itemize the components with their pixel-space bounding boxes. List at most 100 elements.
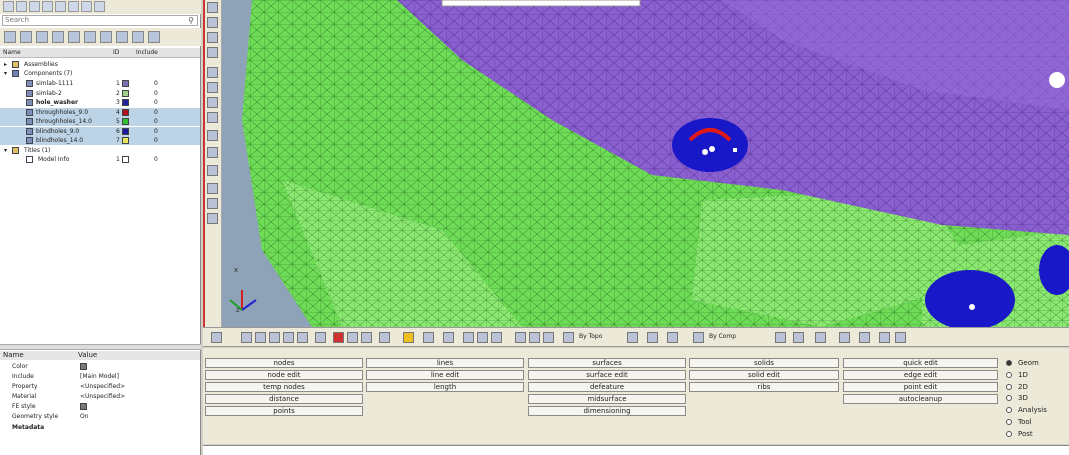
section-icon[interactable] <box>423 332 434 343</box>
tree-node-component[interactable]: blindholes_14.0 7 0 <box>0 136 200 145</box>
component-view-icon[interactable] <box>52 31 64 43</box>
search-input[interactable]: Search ⚲ <box>2 15 198 26</box>
panel-splitter[interactable] <box>0 344 201 350</box>
cursor-icon[interactable] <box>100 31 112 43</box>
tree-node-titles[interactable]: ▾ Titles (1) <box>0 146 200 155</box>
delete-icon[interactable] <box>333 332 344 343</box>
component-icon[interactable] <box>255 332 266 343</box>
shading-icon[interactable] <box>211 332 222 343</box>
color-swatch[interactable] <box>122 80 129 87</box>
assembly-tab-icon[interactable] <box>3 1 14 12</box>
fe-style-icon[interactable] <box>80 403 87 410</box>
metadata-row[interactable]: Metadata <box>0 423 200 432</box>
radio-post[interactable]: Post <box>1006 430 1033 439</box>
filter-icon[interactable] <box>4 31 16 43</box>
display-icon[interactable] <box>775 332 786 343</box>
panel-button-midsurface[interactable]: midsurface <box>528 394 686 404</box>
utility-tab-icon[interactable] <box>81 1 92 12</box>
tree-node-model-info[interactable]: Model Info 1 0 <box>0 155 200 164</box>
color-swatch[interactable] <box>122 137 129 144</box>
rotate-icon[interactable] <box>207 82 218 93</box>
zoom-icon[interactable] <box>207 112 218 123</box>
arrow-right-icon[interactable] <box>477 332 488 343</box>
by-topo-dropdown[interactable]: By Topo <box>579 333 602 340</box>
fit-icon[interactable] <box>207 67 218 78</box>
collapse-icon[interactable] <box>36 31 48 43</box>
minus-icon[interactable] <box>515 332 526 343</box>
panel-button-edge-edit[interactable]: edge edit <box>843 370 998 380</box>
view-icon[interactable] <box>207 2 218 13</box>
panel-button-dimensioning[interactable]: dimensioning <box>528 406 686 416</box>
arrow-left-icon[interactable] <box>463 332 474 343</box>
tree-node-component[interactable]: throughholes_9.0 4 0 <box>0 107 200 117</box>
panel-button-points[interactable]: points <box>205 406 363 416</box>
tree-node-component[interactable]: simlab-1111 1 0 <box>0 79 200 88</box>
display-icon[interactable] <box>859 332 870 343</box>
panel-button-solid-edit[interactable]: solid edit <box>689 370 839 380</box>
panel-button-quick-edit[interactable]: quick edit <box>843 358 998 368</box>
collapse-toggle[interactable]: ▾ <box>4 146 7 155</box>
by-comp-dropdown[interactable]: By Comp <box>709 333 736 340</box>
clip-icon[interactable] <box>207 183 218 194</box>
panel-button-temp-nodes[interactable]: temp nodes <box>205 382 363 392</box>
selection-icon[interactable] <box>667 332 678 343</box>
measure-icon[interactable] <box>207 130 218 141</box>
id-column-header[interactable]: ID <box>113 48 119 58</box>
load-tab-icon[interactable] <box>55 1 66 12</box>
name-column-header[interactable]: Name <box>3 48 21 58</box>
property-row[interactable]: FE style <box>0 402 200 411</box>
panel-button-autocleanup[interactable]: autocleanup <box>843 394 998 404</box>
tree-node-component[interactable]: throughholes_14.0 5 0 <box>0 117 200 126</box>
display-icon[interactable] <box>839 332 850 343</box>
view-icon[interactable] <box>207 17 218 28</box>
section-icon[interactable] <box>207 198 218 209</box>
expand-toggle[interactable]: ▸ <box>4 60 7 69</box>
color-swatch[interactable] <box>122 127 129 135</box>
property-row[interactable]: Geometry style On <box>0 412 200 421</box>
tree-node-component[interactable]: simlab-2 2 0 <box>0 89 200 98</box>
color-swatch[interactable] <box>122 89 129 97</box>
panel-button-defeature[interactable]: defeature <box>528 382 686 392</box>
display-mode-icon[interactable] <box>68 31 80 43</box>
property-icon[interactable] <box>269 332 280 343</box>
pan-icon[interactable] <box>207 97 218 108</box>
panel-button-lines[interactable]: lines <box>366 358 524 368</box>
panel-button-surfaces[interactable]: surfaces <box>528 358 686 368</box>
display-icon[interactable] <box>793 332 804 343</box>
color-swatch[interactable] <box>122 99 129 106</box>
property-row[interactable]: Material <Unspecified> <box>0 392 200 401</box>
tree-node-component[interactable]: blindholes_9.0 6 0 <box>0 126 200 136</box>
panel-button-surface-edit[interactable]: surface edit <box>528 370 686 380</box>
show-all-icon[interactable] <box>132 31 144 43</box>
selection-icon[interactable] <box>627 332 638 343</box>
radio-1d[interactable]: 1D <box>1006 371 1028 380</box>
radio-3d[interactable]: 3D <box>1006 394 1028 403</box>
system-icon[interactable] <box>297 332 308 343</box>
panel-button-line-edit[interactable]: line edit <box>366 370 524 380</box>
color-swatch[interactable] <box>122 118 129 125</box>
panel-button-distance[interactable]: distance <box>205 394 363 404</box>
view-icon[interactable] <box>207 47 218 58</box>
view-tab-icon[interactable] <box>68 1 79 12</box>
color-swatch[interactable] <box>122 156 129 163</box>
panel-button-solids[interactable]: solids <box>689 358 839 368</box>
property-row[interactable]: Color <box>0 362 200 371</box>
view-icon[interactable] <box>207 32 218 43</box>
tree-node-component[interactable]: hole_washer 3 0 <box>0 98 200 107</box>
load-icon[interactable] <box>283 332 294 343</box>
translate-icon[interactable] <box>361 332 372 343</box>
isolate-icon[interactable] <box>116 31 128 43</box>
component-tab-icon[interactable] <box>16 1 27 12</box>
plus-icon[interactable] <box>529 332 540 343</box>
tree-node-assemblies[interactable]: ▸ Assemblies <box>0 60 200 69</box>
color-swatch[interactable] <box>80 363 87 370</box>
component-icon[interactable] <box>241 332 252 343</box>
radio-analysis[interactable]: Analysis <box>1006 406 1047 415</box>
clip-icon[interactable] <box>443 332 454 343</box>
property-tab-icon[interactable] <box>42 1 53 12</box>
graphics-viewport[interactable]: x z <box>222 0 1069 327</box>
material-tab-icon[interactable] <box>29 1 40 12</box>
cylinder-icon[interactable] <box>207 213 218 224</box>
panel-button-node-edit[interactable]: node edit <box>205 370 363 380</box>
select-icon[interactable] <box>84 31 96 43</box>
